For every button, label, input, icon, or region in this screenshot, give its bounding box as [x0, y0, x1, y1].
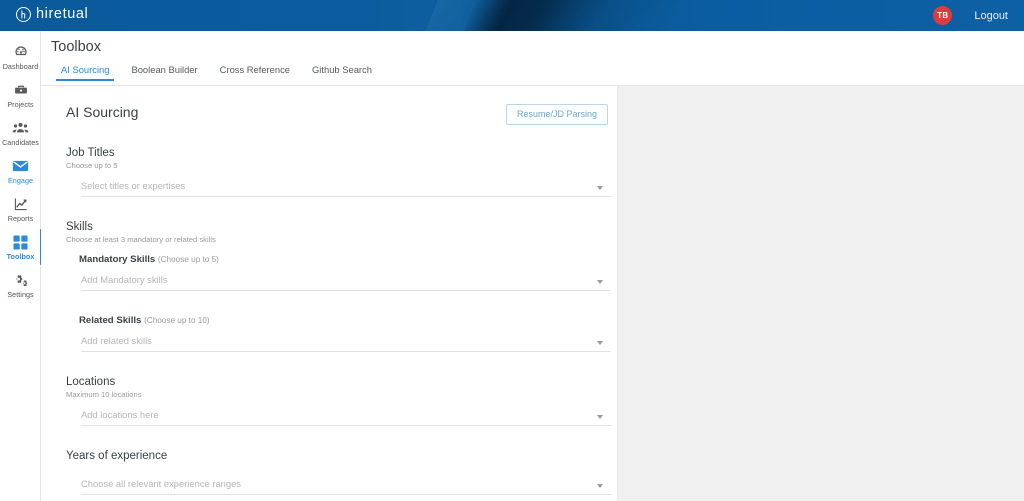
chevron-down-icon[interactable]: [597, 484, 603, 488]
people-group-icon: [12, 120, 29, 137]
brand-logo[interactable]: hiretual: [16, 6, 88, 22]
page-title: Toolbox: [51, 39, 101, 55]
tab-boolean-builder[interactable]: Boolean Builder: [120, 64, 208, 81]
job-titles-subtitle: Choose up to 5: [66, 161, 118, 170]
tab-cross-reference[interactable]: Cross Reference: [209, 64, 301, 81]
sidebar-item-settings[interactable]: Settings: [0, 266, 41, 304]
content-header: Toolbox AI Sourcing Boolean Builder Cros…: [41, 31, 1024, 86]
panel-header: AI Sourcing Resume/JD Parsing: [66, 104, 617, 125]
experience-select[interactable]: Choose all relevant experience ranges: [81, 478, 611, 495]
mandatory-skills-label: Mandatory Skills (Choose up to 5): [66, 254, 617, 265]
sidebar-item-projects[interactable]: Projects: [0, 76, 41, 114]
panel-title: AI Sourcing: [66, 104, 139, 120]
sidebar-item-label: Settings: [7, 289, 34, 299]
chevron-down-icon[interactable]: [597, 186, 603, 190]
chevron-down-icon[interactable]: [597, 280, 603, 284]
sidebar-item-label: Dashboard: [2, 61, 39, 71]
mandatory-skills-hint: (Choose up to 5): [157, 255, 219, 264]
section-skills: Skills Choose at least 3 mandatory or re…: [66, 221, 617, 352]
mandatory-skills-select[interactable]: Add Mandatory skills: [81, 274, 611, 291]
left-sidebar: Dashboard Projects Candidates Engage Rep…: [0, 31, 42, 501]
grid-squares-icon: [13, 234, 28, 251]
job-titles-title: Job Titles: [66, 147, 115, 159]
locations-placeholder: Add locations here: [81, 409, 159, 420]
resume-jd-parsing-button[interactable]: Resume/JD Parsing: [505, 104, 608, 125]
header-swoosh-decoration-2: [464, 0, 566, 31]
tab-ai-sourcing[interactable]: AI Sourcing: [50, 64, 120, 81]
sidebar-item-dashboard[interactable]: Dashboard: [0, 38, 41, 76]
mandatory-skills-placeholder: Add Mandatory skills: [81, 274, 168, 285]
skills-title: Skills: [66, 221, 93, 233]
locations-title: Locations: [66, 376, 116, 388]
brand-logo-text: hiretual: [36, 6, 89, 22]
related-skills-label: Related Skills (Choose up to 10): [66, 315, 617, 326]
sidebar-item-label: Reports: [7, 213, 34, 223]
envelope-icon: [12, 158, 29, 175]
tab-bar: AI Sourcing Boolean Builder Cross Refere…: [50, 64, 383, 81]
chevron-down-icon[interactable]: [597, 341, 603, 345]
locations-subtitle: Maximum 10 locations: [66, 390, 142, 399]
related-skills-hint: (Choose up to 10): [144, 316, 210, 325]
mandatory-skills-label-text: Mandatory Skills: [79, 254, 156, 265]
hiretual-circle-logo-icon: [16, 6, 31, 22]
related-skills-select[interactable]: Add related skills: [81, 335, 611, 352]
chart-line-icon: [13, 196, 29, 213]
experience-title: Years of experience: [66, 450, 168, 462]
job-titles-select[interactable]: Select titles or expertises: [81, 180, 611, 197]
gears-icon: [12, 272, 29, 289]
tab-github-search[interactable]: Github Search: [301, 64, 383, 81]
experience-placeholder: Choose all relevant experience ranges: [81, 478, 241, 489]
skills-subtitle: Choose at least 3 mandatory or related s…: [66, 235, 216, 244]
sidebar-item-label: Projects: [7, 99, 34, 109]
sidebar-item-label: Engage: [7, 175, 34, 185]
logout-button[interactable]: Logout: [974, 10, 1008, 22]
app-root: hiretual TB Logout Dashboard Projects Ca…: [0, 0, 1024, 501]
dashboard-gauge-icon: [13, 44, 29, 61]
section-experience: Years of experience Choose all relevant …: [66, 450, 617, 495]
sidebar-item-label: Candidates: [2, 137, 39, 147]
top-header-bar: hiretual TB Logout: [0, 0, 1024, 31]
sidebar-item-label: Toolbox: [6, 251, 35, 261]
ai-sourcing-panel: AI Sourcing Resume/JD Parsing Job Titles…: [41, 86, 618, 501]
section-locations: Locations Maximum 10 locations Add locat…: [66, 376, 617, 426]
related-skills-placeholder: Add related skills: [81, 335, 152, 346]
header-right-actions: TB Logout: [933, 0, 1024, 31]
locations-select[interactable]: Add locations here: [81, 409, 611, 426]
related-skills-label-text: Related Skills: [79, 315, 142, 326]
sidebar-item-candidates[interactable]: Candidates: [0, 114, 41, 152]
section-job-titles: Job Titles Choose up to 5 Select titles …: [66, 147, 617, 197]
chevron-down-icon[interactable]: [597, 415, 603, 419]
sidebar-item-toolbox[interactable]: Toolbox: [0, 228, 42, 266]
sidebar-item-reports[interactable]: Reports: [0, 190, 41, 228]
sidebar-item-engage[interactable]: Engage: [0, 152, 41, 190]
briefcase-icon: [13, 82, 29, 99]
job-titles-placeholder: Select titles or expertises: [81, 180, 186, 191]
avatar[interactable]: TB: [933, 6, 953, 25]
header-swoosh-decoration: [413, 0, 747, 31]
